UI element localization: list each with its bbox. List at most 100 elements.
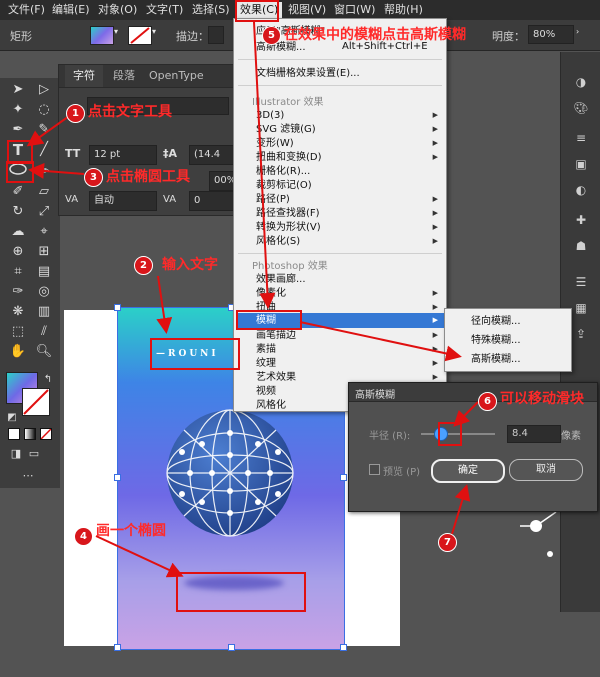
menu-item-brush-strokes[interactable]: 画笔描边 xyxy=(256,329,296,343)
menu-item-rasterize[interactable]: 栅格化(R)... xyxy=(256,165,310,179)
warp-tool-icon[interactable]: ☁ xyxy=(8,222,28,242)
radius-field[interactable]: 8.4 xyxy=(507,425,561,443)
magic-wand-icon[interactable]: ✦ xyxy=(8,100,28,120)
menu-item-artistic[interactable]: 艺术效果 xyxy=(256,371,296,385)
chevron-down-icon[interactable]: ▾ xyxy=(114,27,118,36)
gradient-mode-icon[interactable] xyxy=(24,428,36,440)
selection-handle[interactable] xyxy=(114,644,121,651)
artboards-panel-icon[interactable]: ▦ xyxy=(573,300,589,316)
scale-tool-icon[interactable]: ⤢ xyxy=(34,202,54,222)
highlight-box-ellipse-tool xyxy=(6,161,34,183)
menu-item-stylize-ps[interactable]: 风格化 xyxy=(256,399,286,413)
selection-handle[interactable] xyxy=(340,474,347,481)
artboard-tool-icon[interactable]: ⬚ xyxy=(8,322,28,342)
more-tools-icon[interactable]: ⋯ xyxy=(18,466,38,486)
lasso-icon[interactable]: ◌ xyxy=(34,100,54,120)
line-tool-icon[interactable]: ╱ xyxy=(34,140,54,160)
radius-unit: 像素 xyxy=(561,431,581,442)
preview-checkbox[interactable] xyxy=(369,464,380,475)
menu-item-path[interactable]: 路径(P) xyxy=(256,193,290,207)
menu-item-warp[interactable]: 变形(W) xyxy=(256,137,294,151)
gradient-panel-icon[interactable]: ▣ xyxy=(573,156,589,172)
mesh-tool-icon[interactable]: ⌗ xyxy=(8,262,28,282)
none-mode-icon[interactable] xyxy=(40,428,52,440)
submenu-item-smart-blur[interactable]: 特殊模糊... xyxy=(471,334,521,348)
column-graph-icon[interactable]: ▥ xyxy=(34,302,54,322)
menu-item-effect-gallery[interactable]: 效果画廊... xyxy=(256,273,306,287)
menu-item-convert-to-shape[interactable]: 转换为形状(V) xyxy=(256,221,321,235)
menu-file[interactable]: 文件(F) xyxy=(4,2,49,18)
free-transform-icon[interactable]: ⌖ xyxy=(34,222,54,242)
eyedropper-icon[interactable]: ✑ xyxy=(8,282,28,302)
menu-item-distort-transform[interactable]: 扭曲和变换(D) xyxy=(256,151,322,165)
submenu-item-radial-blur[interactable]: 径向模糊... xyxy=(471,315,521,329)
graphic-styles-icon[interactable]: ☗ xyxy=(573,238,589,254)
tab-character[interactable]: 字符 xyxy=(65,65,103,87)
menu-item-video[interactable]: 视频 xyxy=(256,385,276,399)
shaper-tool-icon[interactable]: ✐ xyxy=(8,182,28,202)
perspective-grid-icon[interactable]: ⊞ xyxy=(34,242,54,262)
menu-item-3d[interactable]: 3D(3) xyxy=(256,109,284,123)
default-colors-icon[interactable]: ◩ xyxy=(2,408,22,428)
slice-tool-icon[interactable]: ⫽ xyxy=(34,322,54,342)
zoom-tool-icon[interactable]: 🔍︎ xyxy=(34,342,54,362)
selection-handle[interactable] xyxy=(114,304,121,311)
ok-button[interactable]: 确定 xyxy=(431,459,505,483)
menu-object[interactable]: 对象(O) xyxy=(94,2,141,18)
paintbrush-icon[interactable]: ✏ xyxy=(34,162,54,182)
menu-item-stylize-ai[interactable]: 风格化(S) xyxy=(256,235,300,249)
selection-tool-icon[interactable]: ➤ xyxy=(8,80,28,100)
stroke-swatch[interactable] xyxy=(128,26,152,45)
menu-item-crop-marks[interactable]: 裁剪标记(O) xyxy=(256,179,312,193)
palette-icon[interactable]: 🎨︎ xyxy=(573,100,589,116)
transparency-panel-icon[interactable]: ◐ xyxy=(573,182,589,198)
menu-item-pathfinder[interactable]: 路径查找器(F) xyxy=(256,207,320,221)
menu-item-pixelate[interactable]: 像素化 xyxy=(256,287,286,301)
menu-item-svg-filters[interactable]: SVG 滤镜(G) xyxy=(256,123,316,137)
opacity-field[interactable]: 80% xyxy=(528,25,574,44)
eraser-icon[interactable]: ▱ xyxy=(34,182,54,202)
curvature-tool-icon[interactable]: ✎ xyxy=(34,120,54,140)
stroke-stepper[interactable] xyxy=(208,26,224,44)
menu-window[interactable]: 窗口(W) xyxy=(330,2,379,18)
shape-builder-icon[interactable]: ⊕ xyxy=(8,242,28,262)
screen-mode-icon[interactable]: ▭ xyxy=(24,444,44,464)
selection-handle[interactable] xyxy=(340,644,347,651)
asset-export-icon[interactable]: ⇪ xyxy=(573,326,589,342)
direct-selection-tool-icon[interactable]: ▷ xyxy=(34,80,54,100)
draw-mode-icon[interactable]: ◨ xyxy=(6,444,26,464)
menu-view[interactable]: 视图(V) xyxy=(284,2,330,18)
color-mode-icon[interactable] xyxy=(8,428,20,440)
stroke-panel-icon[interactable]: ≡ xyxy=(573,130,589,146)
appearance-panel-icon[interactable]: ✚ xyxy=(573,212,589,228)
pen-tool-icon[interactable]: ✒ xyxy=(8,120,28,140)
cancel-button[interactable]: 取消 xyxy=(509,459,583,481)
menu-item-sketch[interactable]: 素描 xyxy=(256,343,276,357)
menu-edit[interactable]: 编辑(E) xyxy=(48,2,94,18)
tracking-icon: VA xyxy=(163,194,177,205)
menu-item-texture[interactable]: 纹理 xyxy=(256,357,276,371)
menu-help[interactable]: 帮助(H) xyxy=(380,2,427,18)
blend-tool-icon[interactable]: ◎ xyxy=(34,282,54,302)
swap-colors-icon[interactable]: ↰ xyxy=(38,370,58,390)
font-size-field[interactable]: 12 pt xyxy=(89,145,157,165)
stroke-color-swatch[interactable] xyxy=(22,388,50,416)
menu-select[interactable]: 选择(S) xyxy=(188,2,234,18)
hand-tool-icon[interactable]: ✋ xyxy=(8,342,28,362)
fill-swatch[interactable] xyxy=(90,26,114,45)
gradient-tool-icon[interactable]: ▤ xyxy=(34,262,54,282)
chevron-right-icon[interactable]: › xyxy=(576,27,579,36)
menu-item-doc-raster-settings[interactable]: 文档栅格效果设置(E)... xyxy=(256,67,360,81)
submenu-item-gaussian-blur[interactable]: 高斯模糊... xyxy=(471,353,521,367)
chevron-down-icon[interactable]: ▾ xyxy=(152,27,156,36)
menu-type[interactable]: 文字(T) xyxy=(142,2,187,18)
tab-paragraph[interactable]: 段落 xyxy=(105,65,143,87)
tab-opentype[interactable]: OpenType xyxy=(141,65,212,87)
kerning-field[interactable]: 自动 xyxy=(89,191,157,211)
rotate-tool-icon[interactable]: ↻ xyxy=(8,202,28,222)
symbol-sprayer-icon[interactable]: ❋ xyxy=(8,302,28,322)
selection-handle[interactable] xyxy=(114,474,121,481)
color-wheel-icon[interactable]: ◑ xyxy=(573,74,589,90)
layers-panel-icon[interactable]: ☰ xyxy=(573,274,589,290)
selection-handle[interactable] xyxy=(228,644,235,651)
